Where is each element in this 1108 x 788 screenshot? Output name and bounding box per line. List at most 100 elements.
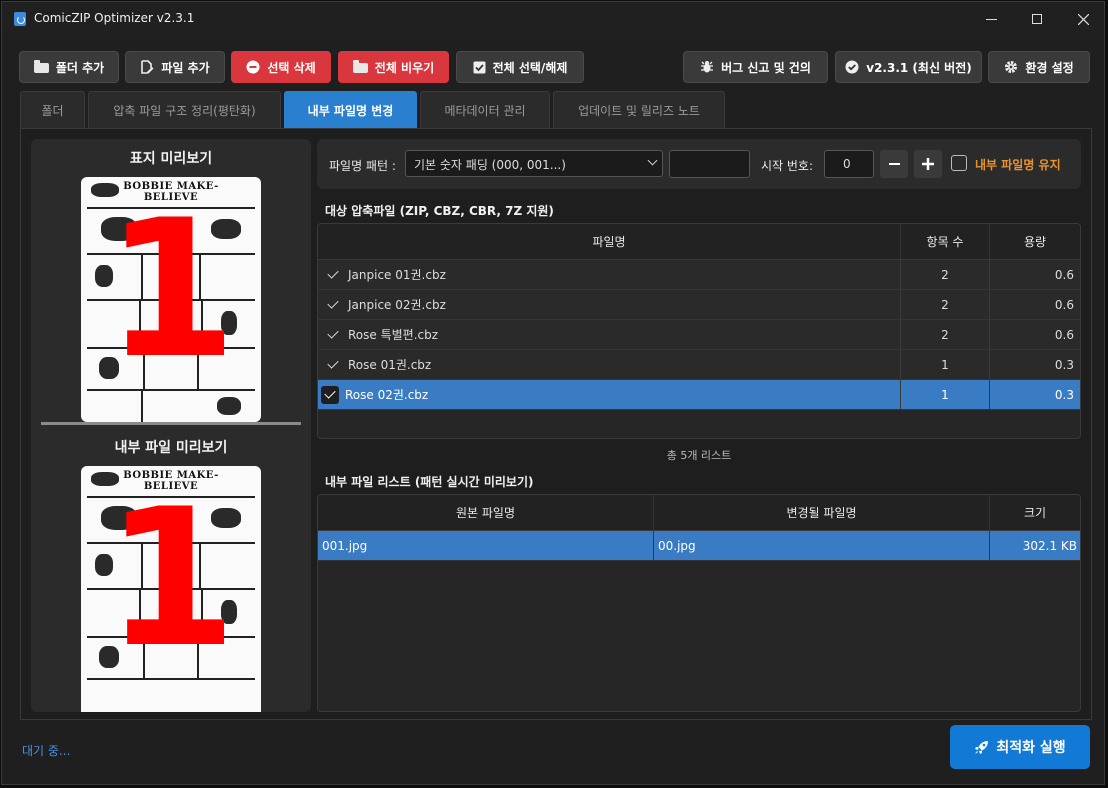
tab-bar: 폴더 압축 파일 구조 정리(평탄화) 내부 파일명 변경 메타데이터 관리 업… bbox=[20, 91, 725, 128]
keep-inner-name-label: 내부 파일명 유지 bbox=[975, 158, 1061, 172]
table-row[interactable]: Rose 특별편.cbz 2 0.6 bbox=[318, 320, 1080, 350]
row-checkbox[interactable] bbox=[321, 385, 339, 404]
settings-button[interactable]: 환경 설정 bbox=[988, 51, 1090, 83]
add-file-label: 파일 추가 bbox=[161, 60, 210, 75]
delete-selected-button[interactable]: 선택 삭제 bbox=[231, 51, 331, 83]
tab-release-notes[interactable]: 업데이트 및 릴리즈 노트 bbox=[553, 91, 725, 128]
tab-rename-inner[interactable]: 내부 파일명 변경 bbox=[284, 91, 417, 128]
tab-folder-label: 폴더 bbox=[41, 103, 64, 118]
minimize-icon bbox=[985, 18, 997, 20]
col-count[interactable]: 항목 수 bbox=[901, 224, 990, 259]
check-icon bbox=[327, 266, 339, 279]
table-row-selected[interactable]: 001.jpg 00.jpg 302.1 KB bbox=[318, 531, 1080, 561]
keep-inner-name-checkbox[interactable] bbox=[951, 155, 967, 171]
check-circle-icon bbox=[845, 60, 859, 74]
archive-size: 0.6 bbox=[1054, 327, 1074, 342]
col-filename[interactable]: 파일명 bbox=[318, 224, 901, 259]
version-button[interactable]: v2.3.1 (최신 버전) bbox=[835, 51, 982, 83]
preview-divider[interactable] bbox=[41, 422, 301, 425]
inner-preview-image: BOBBIE MAKE-BELIEVE 1 bbox=[81, 466, 261, 712]
decrement-button[interactable] bbox=[880, 150, 908, 178]
custom-pattern-input[interactable] bbox=[669, 150, 750, 178]
pattern-select[interactable]: 기본 숫자 패딩 (000, 001...) bbox=[405, 150, 663, 177]
check-icon bbox=[324, 387, 336, 399]
archive-count: 2 bbox=[901, 290, 990, 319]
archive-name: Rose 02권.cbz bbox=[345, 388, 429, 402]
archive-count: 2 bbox=[901, 320, 990, 349]
file-edit-icon bbox=[141, 60, 154, 74]
folder-open-icon bbox=[33, 60, 49, 73]
add-folder-button[interactable]: 폴더 추가 bbox=[19, 51, 119, 83]
minus-icon bbox=[888, 162, 900, 166]
close-button[interactable] bbox=[1060, 2, 1106, 36]
archive-list-title: 대상 압축파일 (ZIP, CBZ, CBR, 7Z 지원) bbox=[325, 204, 554, 218]
start-number-input[interactable]: 0 bbox=[824, 150, 874, 178]
archive-table-header: 파일명 항목 수 용량 bbox=[318, 224, 1080, 260]
pattern-bar: 파일명 패턴 : 기본 숫자 패딩 (000, 001...) 시작 번호: 0… bbox=[317, 139, 1081, 189]
col-original-name[interactable]: 원본 파일명 bbox=[318, 495, 654, 530]
archive-name: Rose 01권.cbz bbox=[348, 358, 432, 372]
tab-folder[interactable]: 폴더 bbox=[20, 91, 85, 128]
inner-renamed-name: 00.jpg bbox=[654, 531, 990, 560]
app-logo-icon bbox=[14, 12, 26, 26]
col-file-size[interactable]: 크기 bbox=[990, 495, 1080, 530]
status-text: 대기 중... bbox=[22, 744, 71, 758]
toggle-select-all-button[interactable]: 전체 선택/해제 bbox=[456, 51, 584, 83]
tab-release-notes-label: 업데이트 및 릴리즈 노트 bbox=[578, 103, 700, 118]
inner-original-name: 001.jpg bbox=[318, 531, 654, 560]
run-optimize-button[interactable]: 최적화 실행 bbox=[950, 725, 1090, 769]
check-icon bbox=[327, 356, 339, 369]
archive-size: 0.6 bbox=[1054, 297, 1074, 312]
table-row[interactable]: Janpice 02권.cbz 2 0.6 bbox=[318, 290, 1080, 320]
preview-panel: 표지 미리보기 BOBBIE MAKE-BELIEVE 1 내부 파일 미리보기… bbox=[31, 139, 311, 712]
checkbox-checked-icon bbox=[473, 61, 486, 73]
gear-icon bbox=[1005, 61, 1018, 73]
cover-preview-title: 표지 미리보기 bbox=[129, 151, 213, 167]
cover-preview-image: BOBBIE MAKE-BELIEVE 1 bbox=[81, 177, 261, 422]
inner-file-size: 302.1 KB bbox=[1022, 538, 1077, 553]
close-icon bbox=[1077, 13, 1089, 25]
archive-count: 1 bbox=[901, 350, 990, 379]
check-icon bbox=[327, 326, 339, 339]
window-title: ComicZIP Optimizer v2.3.1 bbox=[34, 11, 195, 25]
archive-name: Janpice 02권.cbz bbox=[348, 298, 446, 312]
table-row-selected[interactable]: Rose 02권.cbz 1 0.3 bbox=[318, 380, 1080, 410]
title-bar: ComicZIP Optimizer v2.3.1 bbox=[2, 2, 1104, 36]
inner-overlay-number: 1 bbox=[104, 468, 238, 689]
inner-file-table: 원본 파일명 변경될 파일명 크기 001.jpg 00.jpg 302.1 K… bbox=[317, 494, 1081, 712]
col-size[interactable]: 용량 bbox=[990, 224, 1080, 259]
toggle-select-all-label: 전체 선택/해제 bbox=[492, 60, 568, 75]
run-optimize-label: 최적화 실행 bbox=[996, 740, 1066, 756]
archive-table: 파일명 항목 수 용량 Janpice 01권.cbz 2 0.6 Janpic… bbox=[317, 223, 1081, 439]
bug-report-button[interactable]: 버그 신고 및 건의 bbox=[683, 51, 828, 83]
archive-total-count: 총 5개 리스트 bbox=[666, 449, 732, 462]
start-number-label: 시작 번호: bbox=[761, 159, 814, 173]
bug-report-label: 버그 신고 및 건의 bbox=[721, 60, 811, 75]
settings-label: 환경 설정 bbox=[1025, 60, 1074, 75]
maximize-button[interactable] bbox=[1014, 2, 1060, 36]
tab-flatten[interactable]: 압축 파일 구조 정리(평탄화) bbox=[88, 91, 281, 128]
clear-all-button[interactable]: 전체 비우기 bbox=[338, 51, 449, 83]
tab-metadata-label: 메타데이터 관리 bbox=[444, 103, 526, 118]
archive-count: 2 bbox=[901, 260, 990, 289]
check-icon bbox=[327, 296, 339, 309]
pattern-select-value: 기본 숫자 패딩 (000, 001...) bbox=[414, 158, 566, 172]
clear-all-label: 전체 비우기 bbox=[374, 60, 435, 75]
app-window: ComicZIP Optimizer v2.3.1 폴더 추가 파일 추가 선택… bbox=[1, 1, 1105, 785]
cover-overlay-number: 1 bbox=[104, 179, 238, 400]
inner-preview-title: 내부 파일 미리보기 bbox=[114, 440, 228, 456]
increment-button[interactable] bbox=[914, 150, 942, 178]
inner-list-title: 내부 파일 리스트 (패턴 실시간 미리보기) bbox=[325, 475, 534, 489]
delete-selected-label: 선택 삭제 bbox=[267, 60, 316, 75]
archive-name: Rose 특별편.cbz bbox=[348, 328, 439, 342]
rename-panel: 표지 미리보기 BOBBIE MAKE-BELIEVE 1 내부 파일 미리보기… bbox=[20, 128, 1092, 720]
col-renamed-name[interactable]: 변경될 파일명 bbox=[654, 495, 990, 530]
minimize-button[interactable] bbox=[968, 2, 1014, 36]
archive-size: 0.3 bbox=[1054, 387, 1074, 402]
add-file-button[interactable]: 파일 추가 bbox=[125, 51, 225, 83]
tab-flatten-label: 압축 파일 구조 정리(평탄화) bbox=[113, 103, 256, 118]
table-row[interactable]: Janpice 01권.cbz 2 0.6 bbox=[318, 260, 1080, 290]
maximize-icon bbox=[1032, 14, 1042, 24]
table-row[interactable]: Rose 01권.cbz 1 0.3 bbox=[318, 350, 1080, 380]
tab-metadata[interactable]: 메타데이터 관리 bbox=[420, 91, 550, 128]
